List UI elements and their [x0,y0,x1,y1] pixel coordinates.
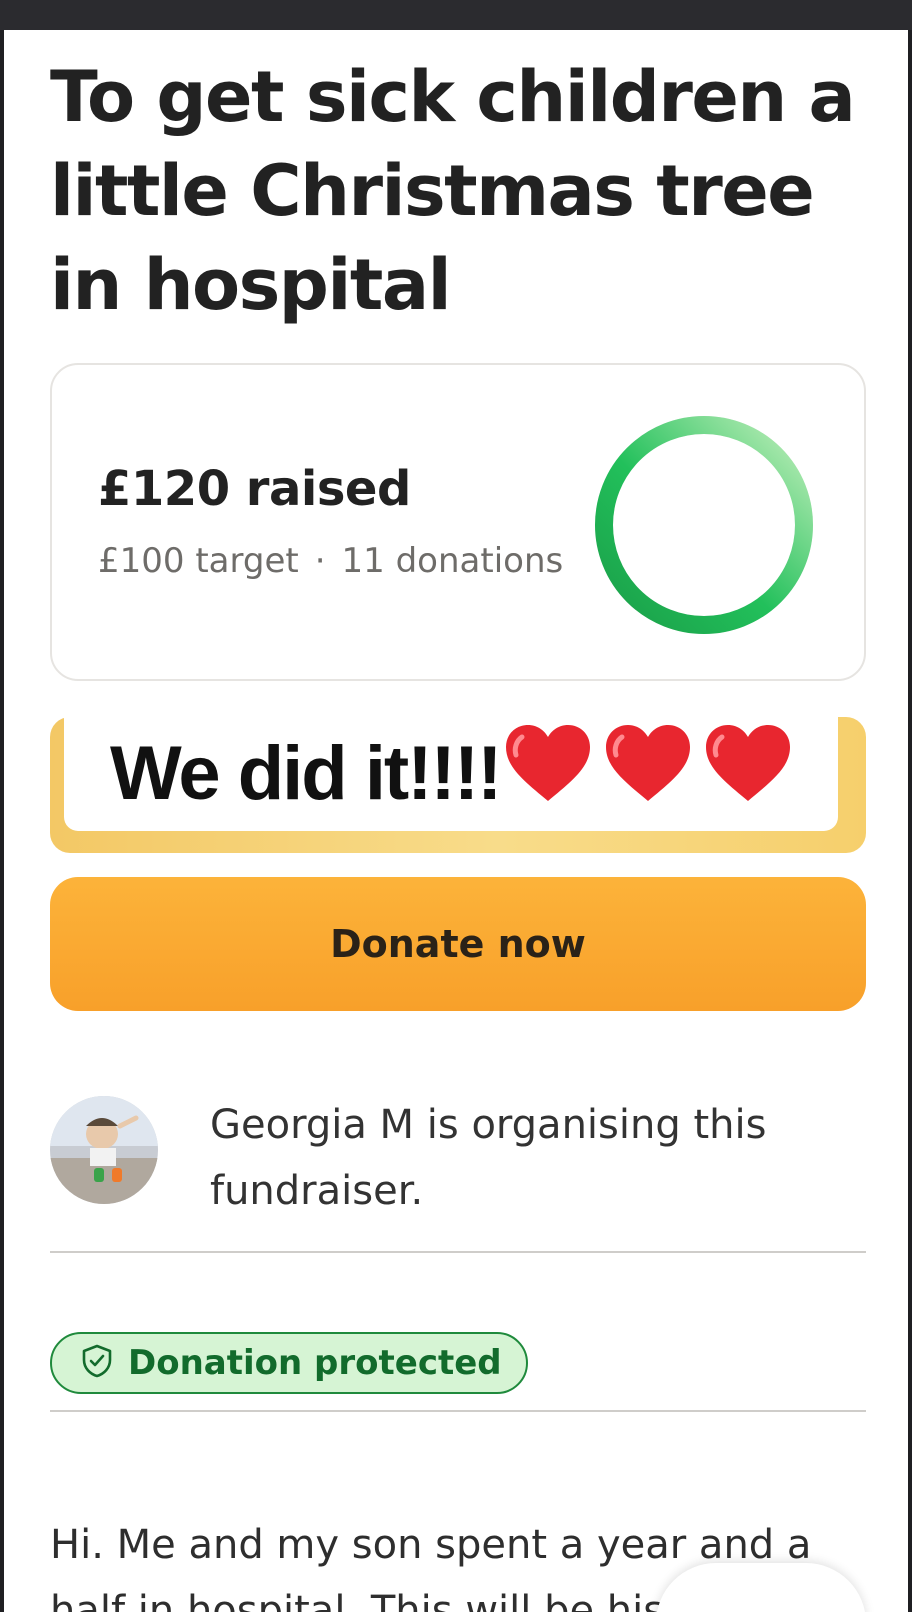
status-bar [0,0,912,30]
organiser-avatar[interactable] [50,1096,158,1204]
heart-icon [504,723,592,807]
organiser-text: Georgia M is organising this fundraiser. [210,1102,767,1214]
fundraiser-title: To get sick children a little Christmas … [50,56,856,326]
progress-meta: £100 target · 11 donations [98,541,563,581]
update-banner-inner: We did it!!!! [64,717,838,831]
floating-action-bubble[interactable] [656,1563,866,1612]
donation-protected-badge[interactable]: Donation protected [50,1332,528,1394]
heart-icon [704,723,792,807]
badge-label: Donation protected [128,1343,502,1383]
divider [50,1410,866,1412]
target-amount: £100 target [98,541,299,581]
divider [50,1251,866,1253]
update-text: We did it!!!! [110,731,502,816]
meta-separator: · [314,541,326,581]
donation-count: 11 donations [341,541,564,581]
shield-check-icon [80,1344,114,1382]
donate-now-button[interactable]: Donate now [50,877,866,1011]
heart-icon [604,723,692,807]
fundraiser-page: To get sick children a little Christmas … [4,30,908,1612]
progress-card: £120 raised £100 target · 11 donations [50,363,866,681]
progress-ring [595,416,813,634]
progress-ring-arc [595,416,813,634]
hearts-group [504,723,804,823]
organiser-row: Georgia M is organising this fundraiser. [50,1096,866,1226]
update-banner: We did it!!!! [50,717,866,853]
amount-raised: £120 raised [98,461,411,517]
